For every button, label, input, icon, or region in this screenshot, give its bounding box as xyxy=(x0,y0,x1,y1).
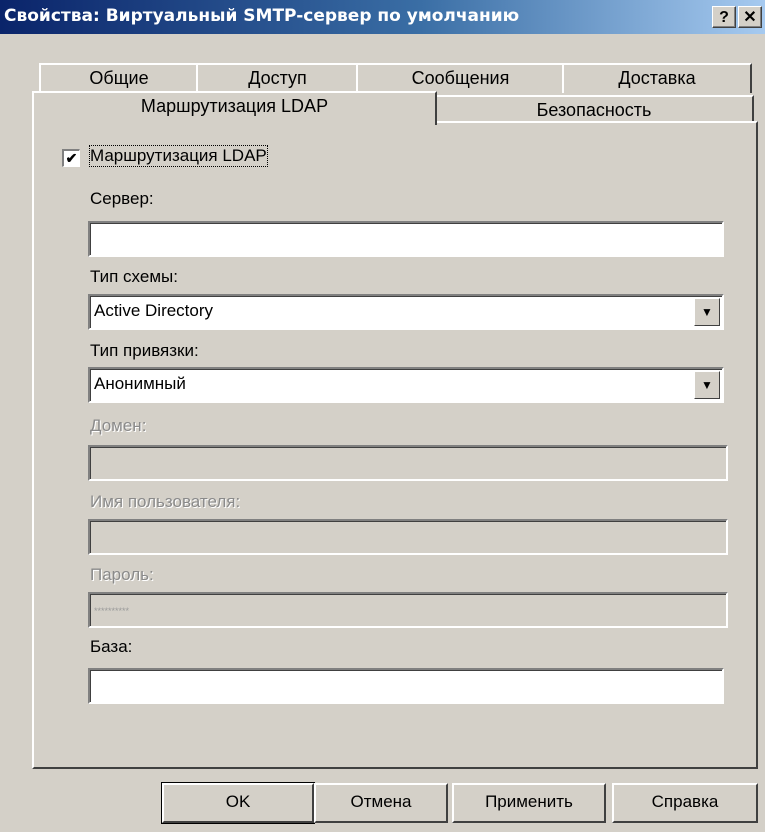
apply-button[interactable]: Применить xyxy=(452,783,606,823)
help-button[interactable]: ? xyxy=(712,6,736,28)
server-label: Сервер: xyxy=(90,189,154,208)
close-button[interactable]: ✕ xyxy=(738,6,762,28)
binding-type-value: Анонимный xyxy=(94,374,186,393)
ldap-routing-checkbox[interactable]: ✔ xyxy=(62,149,80,167)
ok-button[interactable]: OK xyxy=(161,782,315,824)
schema-type-value: Active Directory xyxy=(94,301,214,320)
tab-ldap-routing[interactable]: Маршрутизация LDAP xyxy=(32,91,437,125)
chevron-down-icon[interactable]: ▼ xyxy=(694,298,720,326)
window-title: Свойства: Виртуальный SMTP-сервер по умо… xyxy=(4,6,520,26)
tab-security[interactable]: Безопасность xyxy=(434,95,754,123)
server-input[interactable] xyxy=(88,221,724,257)
domain-label: Домен: xyxy=(90,416,147,435)
tab-access[interactable]: Доступ xyxy=(196,63,359,93)
tab-general[interactable]: Общие xyxy=(39,63,199,93)
help-dialog-button[interactable]: Справка xyxy=(612,783,758,823)
base-label: База: xyxy=(90,637,133,656)
binding-type-select[interactable]: Анонимный ▼ xyxy=(88,367,724,403)
password-label: Пароль: xyxy=(90,565,154,584)
username-input[interactable] xyxy=(88,519,728,555)
password-input[interactable]: ********** xyxy=(88,592,728,628)
password-mask: ********** xyxy=(94,606,130,616)
cancel-button[interactable]: Отмена xyxy=(314,783,448,823)
schema-type-select[interactable]: Active Directory ▼ xyxy=(88,294,724,330)
ldap-routing-label[interactable]: Маршрутизация LDAP xyxy=(89,145,268,167)
chevron-down-icon[interactable]: ▼ xyxy=(694,371,720,399)
binding-type-label: Тип привязки: xyxy=(90,341,199,360)
username-label: Имя пользователя: xyxy=(90,492,241,511)
domain-input[interactable] xyxy=(88,445,728,481)
tab-messages[interactable]: Сообщения xyxy=(356,63,565,93)
base-input[interactable] xyxy=(88,668,724,704)
tab-delivery[interactable]: Доставка xyxy=(562,63,752,93)
schema-type-label: Тип схемы: xyxy=(90,267,178,286)
title-bar: Свойства: Виртуальный SMTP-сервер по умо… xyxy=(0,0,765,34)
